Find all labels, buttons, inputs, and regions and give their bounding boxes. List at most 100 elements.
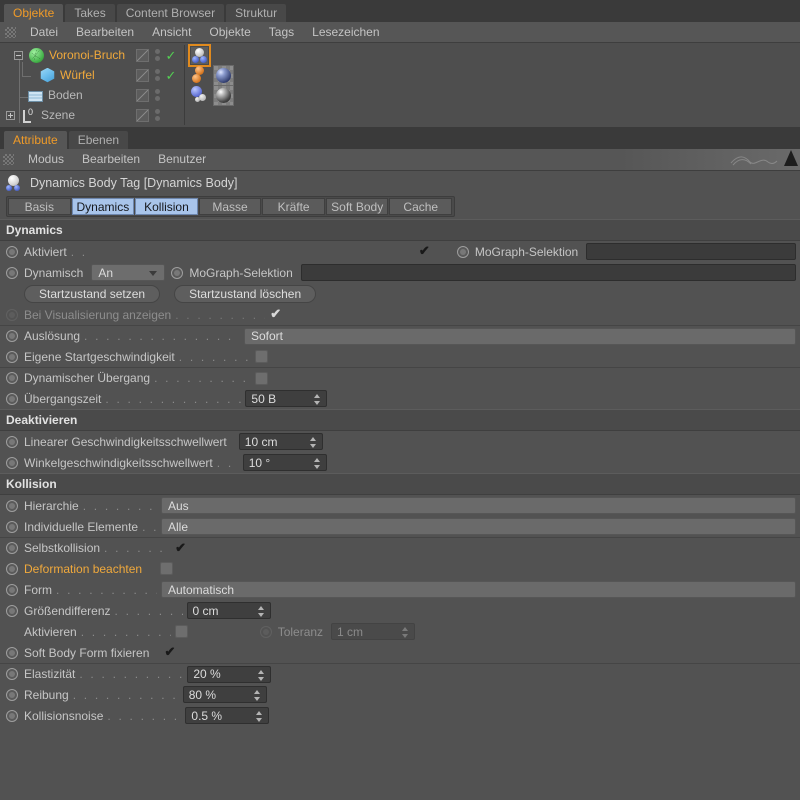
tab-dynamics[interactable]: Dynamics [72,198,135,215]
animate-knob-icon[interactable] [457,246,469,258]
animate-knob-icon[interactable] [6,267,18,279]
tree-row-boden[interactable]: Boden [0,85,800,105]
checkbox-aktivieren[interactable] [175,625,188,638]
animate-knob-icon[interactable] [6,309,18,321]
set-initial-state-button[interactable]: Startzustand setzen [24,285,160,303]
input-mograph-selektion-2[interactable] [301,264,796,281]
drag-grip-icon[interactable] [3,154,14,165]
input-linearer-schwellwert[interactable]: 10 cm [239,433,323,450]
menu-bearbeiten[interactable]: Bearbeiten [73,149,149,170]
menu-lesezeichen[interactable]: Lesezeichen [303,22,388,43]
tab-takes[interactable]: Takes [65,4,114,22]
menu-modus[interactable]: Modus [19,149,73,170]
layer-cell[interactable] [133,109,151,122]
tab-basis[interactable]: Basis [8,198,71,215]
material-tag-dark-icon[interactable] [213,85,234,106]
tab-content-browser[interactable]: Content Browser [117,4,224,22]
animate-knob-icon[interactable] [6,647,18,659]
clear-initial-state-button[interactable]: Startzustand löschen [174,285,316,303]
drag-grip-icon[interactable] [5,27,16,38]
input-groessendifferenz[interactable]: 0 cm [187,602,271,619]
checkbox-deformation-beachten[interactable] [160,562,173,575]
expander-voronoi[interactable] [14,51,23,60]
expander-szene[interactable] [6,111,15,120]
checkbox-aktiviert[interactable]: ✔ [418,245,431,258]
animate-knob-icon[interactable] [6,351,18,363]
spinner-icon[interactable] [310,437,317,448]
visibility-dots[interactable] [151,69,163,81]
input-elastizitaet[interactable]: 20 % [187,666,271,683]
dropdown-ausloesung[interactable]: Sofort [244,328,796,345]
animate-knob-icon[interactable] [6,584,18,596]
tree-row-voronoi[interactable]: Voronoi-Bruch ✓ [0,45,800,65]
checkbox-selbstkollision[interactable]: ✔ [174,542,187,555]
input-winkel-schwellwert[interactable]: 10 ° [243,454,327,471]
animate-knob-icon[interactable] [6,457,18,469]
input-uebergangszeit[interactable]: 50 B [245,390,327,407]
animate-knob-icon[interactable] [6,710,18,722]
spinner-icon[interactable] [254,690,261,701]
animate-knob-icon[interactable] [6,689,18,701]
tab-struktur[interactable]: Struktur [226,4,286,22]
visibility-dots[interactable] [151,49,163,61]
checkbox-dynamischer-uebergang[interactable] [255,372,268,385]
animate-knob-icon[interactable] [171,267,183,279]
input-kollisionsnoise[interactable]: 0.5 % [185,707,269,724]
checkbox-soft-body-form-fixieren[interactable]: ✔ [163,646,176,659]
tree-row-szene[interactable]: 0 Szene [0,105,800,125]
animate-knob-icon[interactable] [6,500,18,512]
animate-knob-icon[interactable] [6,372,18,384]
visibility-dots[interactable] [151,109,163,121]
animate-knob-icon[interactable] [6,563,18,575]
enabled-check-icon[interactable]: ✓ [163,49,179,62]
tab-kraefte[interactable]: Kräfte [262,198,325,215]
dropdown-hierarchie[interactable]: Aus [161,497,796,514]
animate-knob-icon[interactable] [6,668,18,680]
menu-tags[interactable]: Tags [260,22,303,43]
collider-body-tag-icon[interactable] [190,86,209,105]
animate-knob-icon[interactable] [6,246,18,258]
animate-knob-icon[interactable] [6,393,18,405]
animate-knob-icon[interactable] [6,330,18,342]
menu-benutzer[interactable]: Benutzer [149,149,215,170]
tab-objekte[interactable]: Objekte [4,4,63,22]
input-mograph-selektion-1[interactable] [586,243,796,260]
tab-attribute[interactable]: Attribute [4,131,67,149]
animate-knob-icon[interactable] [260,626,272,638]
animate-knob-icon[interactable] [6,605,18,617]
input-toleranz[interactable]: 1 cm [331,623,415,640]
tab-masse[interactable]: Masse [199,198,262,215]
input-reibung[interactable]: 80 % [183,686,267,703]
menu-objekte[interactable]: Objekte [200,22,259,43]
menu-bearbeiten[interactable]: Bearbeiten [67,22,143,43]
mograph-tag-icon[interactable] [190,66,209,85]
spinner-icon[interactable] [256,711,263,722]
animate-knob-icon[interactable] [6,521,18,533]
checkbox-startgeschwindigkeit[interactable] [255,350,268,363]
spinner-icon[interactable] [402,627,409,638]
tab-ebenen[interactable]: Ebenen [69,131,128,149]
visibility-dots[interactable] [151,89,163,101]
animate-knob-icon[interactable] [6,436,18,448]
menu-datei[interactable]: Datei [21,22,67,43]
tree-row-wuerfel[interactable]: Würfel ✓ [0,65,800,85]
tab-soft-body[interactable]: Soft Body [326,198,389,215]
layer-cell[interactable] [133,89,151,102]
spinner-icon[interactable] [314,394,321,405]
spinner-icon[interactable] [258,670,265,681]
layer-cell[interactable] [133,49,151,62]
dropdown-individuelle-elemente[interactable]: Alle [161,518,796,535]
tab-cache[interactable]: Cache [389,198,452,215]
dropdown-dynamisch[interactable]: An [91,264,165,281]
material-tag-blue-icon[interactable] [213,65,234,86]
checkbox-visualisierung[interactable]: ✔ [269,308,282,321]
menu-ansicht[interactable]: Ansicht [143,22,200,43]
spinner-icon[interactable] [258,606,265,617]
dynamics-body-tag-icon[interactable] [190,46,209,65]
animate-knob-icon[interactable] [6,542,18,554]
dropdown-form[interactable]: Automatisch [161,581,796,598]
layer-cell[interactable] [133,69,151,82]
spinner-icon[interactable] [314,458,321,469]
tab-kollision[interactable]: Kollision [135,198,198,215]
enabled-check-icon[interactable]: ✓ [163,69,179,82]
